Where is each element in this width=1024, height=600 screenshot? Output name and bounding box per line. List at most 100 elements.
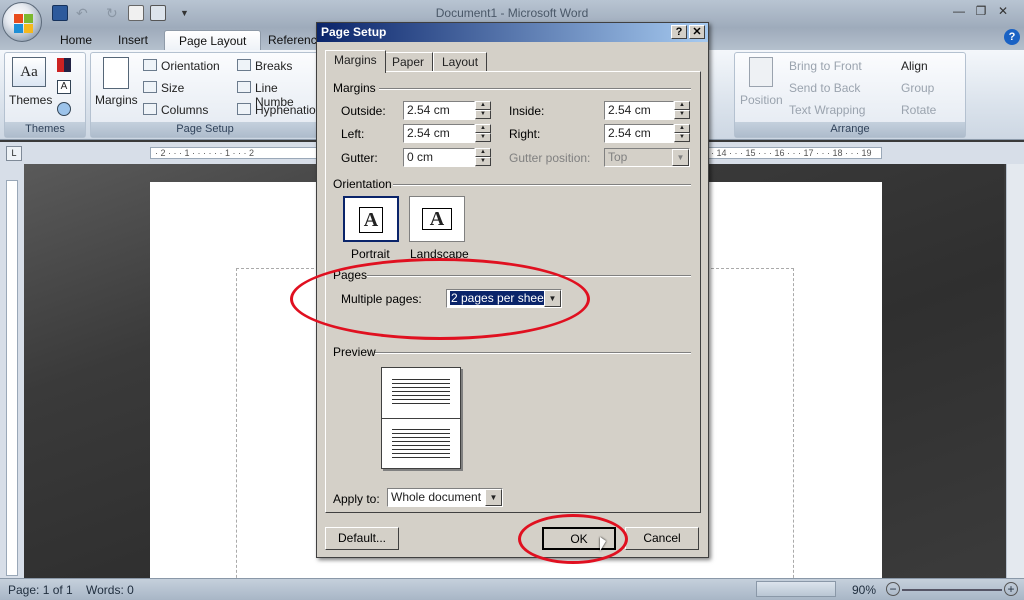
position-icon[interactable] <box>749 57 773 87</box>
spin-up-icon[interactable]: ▲ <box>674 124 690 133</box>
margins-icon[interactable] <box>103 57 129 89</box>
margins-button[interactable]: Margins <box>95 93 138 107</box>
dialog-help-button[interactable]: ? <box>671 25 687 39</box>
vertical-scrollbar[interactable] <box>1006 164 1024 578</box>
gutter-position-label: Gutter position: <box>509 151 591 165</box>
right-spinner[interactable]: ▲ ▼ <box>674 124 690 143</box>
word-count[interactable]: Words: 0 <box>86 583 134 597</box>
text-wrapping-button[interactable]: Text Wrapping <box>789 103 865 117</box>
tab-page-layout[interactable]: Page Layout <box>164 30 262 50</box>
office-logo-icon <box>14 14 34 34</box>
portrait-button[interactable]: A <box>343 196 399 242</box>
left-field[interactable]: 2.54 cm <box>403 124 475 143</box>
inside-label: Inside: <box>509 104 545 118</box>
minimize-button[interactable]: — <box>950 3 968 19</box>
spin-down-icon[interactable]: ▼ <box>475 133 491 142</box>
vertical-ruler[interactable] <box>6 180 18 576</box>
left-spinner[interactable]: ▲ ▼ <box>475 124 491 143</box>
tab-home[interactable]: Home <box>46 30 106 50</box>
themes-button[interactable]: Themes <box>9 93 52 107</box>
portrait-icon: A <box>359 207 383 233</box>
spin-up-icon[interactable]: ▲ <box>475 101 491 110</box>
tab-selector[interactable]: L <box>6 146 22 161</box>
zoom-in-icon[interactable]: + <box>1004 582 1018 596</box>
dialog-tab-layout[interactable]: Layout <box>433 52 488 72</box>
portrait-label: Portrait <box>351 247 390 261</box>
window-title: Document1 - Microsoft Word <box>435 6 589 20</box>
preview-lines-top <box>392 376 450 406</box>
rotate-button[interactable]: Rotate <box>901 103 936 117</box>
page-setup-group-label: Page Setup <box>91 122 319 137</box>
dialog-title-bar[interactable]: Page Setup ? ✕ <box>317 23 708 42</box>
spin-down-icon[interactable]: ▼ <box>674 110 690 119</box>
cancel-button[interactable]: Cancel <box>625 527 699 550</box>
dialog-tab-margins[interactable]: Margins <box>325 50 386 73</box>
highlight-ellipse-pages <box>290 258 590 340</box>
tab-insert[interactable]: Insert <box>104 30 162 50</box>
line-numbers-icon <box>237 81 251 93</box>
position-button[interactable]: Position <box>740 93 783 107</box>
restore-button[interactable]: ❐ <box>972 3 990 19</box>
outside-spinner[interactable]: ▲ ▼ <box>475 101 491 120</box>
status-bar: Page: 1 of 1 Words: 0 90% − + <box>0 578 1024 600</box>
dialog-title: Page Setup <box>321 25 387 39</box>
hyphenation-button[interactable]: Hyphenatio <box>255 103 316 117</box>
right-field[interactable]: 2.54 cm <box>604 124 674 143</box>
orientation-section-title: Orientation <box>333 177 392 191</box>
preview-sheet-divider <box>382 418 460 419</box>
dropdown-arrow-icon[interactable]: ▼ <box>672 149 689 166</box>
hyphenation-icon <box>237 103 251 115</box>
spin-up-icon[interactable]: ▲ <box>475 148 491 157</box>
dialog-tab-paper[interactable]: Paper <box>383 52 434 72</box>
spin-down-icon[interactable]: ▼ <box>674 133 690 142</box>
theme-colors-icon[interactable] <box>57 58 71 72</box>
columns-button[interactable]: Columns <box>161 103 208 117</box>
outside-label: Outside: <box>341 104 386 118</box>
spin-up-icon[interactable]: ▲ <box>475 124 491 133</box>
arrange-group-label: Arrange <box>735 122 965 137</box>
landscape-icon: A <box>422 208 452 230</box>
spin-down-icon[interactable]: ▼ <box>475 110 491 119</box>
gutter-position-select[interactable]: Top ▼ <box>604 148 690 167</box>
ruler-left-numbers: · 2 · · · 1 · · · · · · 1 · · · 2 <box>155 148 254 158</box>
ruler-right-numbers: · 14 · · · 15 · · · 16 · · · 17 · · · 18… <box>711 148 872 158</box>
page-setup-group: Margins Orientation Size Columns Breaks … <box>90 52 320 138</box>
page-count[interactable]: Page: 1 of 1 <box>8 583 73 597</box>
apply-to-label: Apply to: <box>333 492 380 506</box>
preview-section-title: Preview <box>333 345 376 359</box>
theme-fonts-icon[interactable]: A <box>57 80 71 94</box>
close-button[interactable]: ✕ <box>994 3 1012 19</box>
outside-field[interactable]: 2.54 cm <box>403 101 475 120</box>
gutter-spinner[interactable]: ▲ ▼ <box>475 148 491 167</box>
view-buttons[interactable] <box>756 581 836 597</box>
office-button[interactable] <box>2 2 42 42</box>
help-icon[interactable]: ? <box>1004 29 1020 45</box>
orientation-button[interactable]: Orientation <box>161 59 220 73</box>
spin-down-icon[interactable]: ▼ <box>475 157 491 166</box>
default-button[interactable]: Default... <box>325 527 399 550</box>
inside-spinner[interactable]: ▲ ▼ <box>674 101 690 120</box>
apply-to-select[interactable]: Whole document ▼ <box>387 488 503 507</box>
zoom-level[interactable]: 90% <box>852 583 876 597</box>
gutter-label: Gutter: <box>341 151 378 165</box>
inside-field[interactable]: 2.54 cm <box>604 101 674 120</box>
theme-effects-icon[interactable] <box>57 102 71 116</box>
dropdown-arrow-icon[interactable]: ▼ <box>485 489 502 506</box>
breaks-button[interactable]: Breaks <box>255 59 292 73</box>
orientation-icon <box>143 59 157 71</box>
arrange-group: Position Bring to Front Send to Back Tex… <box>734 52 966 138</box>
landscape-button[interactable]: A <box>409 196 465 242</box>
themes-icon[interactable]: Aa <box>12 57 46 87</box>
gutter-position-value: Top <box>608 150 628 164</box>
breaks-icon <box>237 59 251 71</box>
bring-to-front-button[interactable]: Bring to Front <box>789 59 862 73</box>
align-button[interactable]: Align <box>901 59 928 73</box>
spin-up-icon[interactable]: ▲ <box>674 101 690 110</box>
zoom-out-icon[interactable]: − <box>886 582 900 596</box>
group-button[interactable]: Group <box>901 81 934 95</box>
send-to-back-button[interactable]: Send to Back <box>789 81 860 95</box>
gutter-field[interactable]: 0 cm <box>403 148 475 167</box>
size-button[interactable]: Size <box>161 81 184 95</box>
zoom-slider[interactable] <box>902 589 1002 591</box>
dialog-close-button[interactable]: ✕ <box>689 25 705 39</box>
